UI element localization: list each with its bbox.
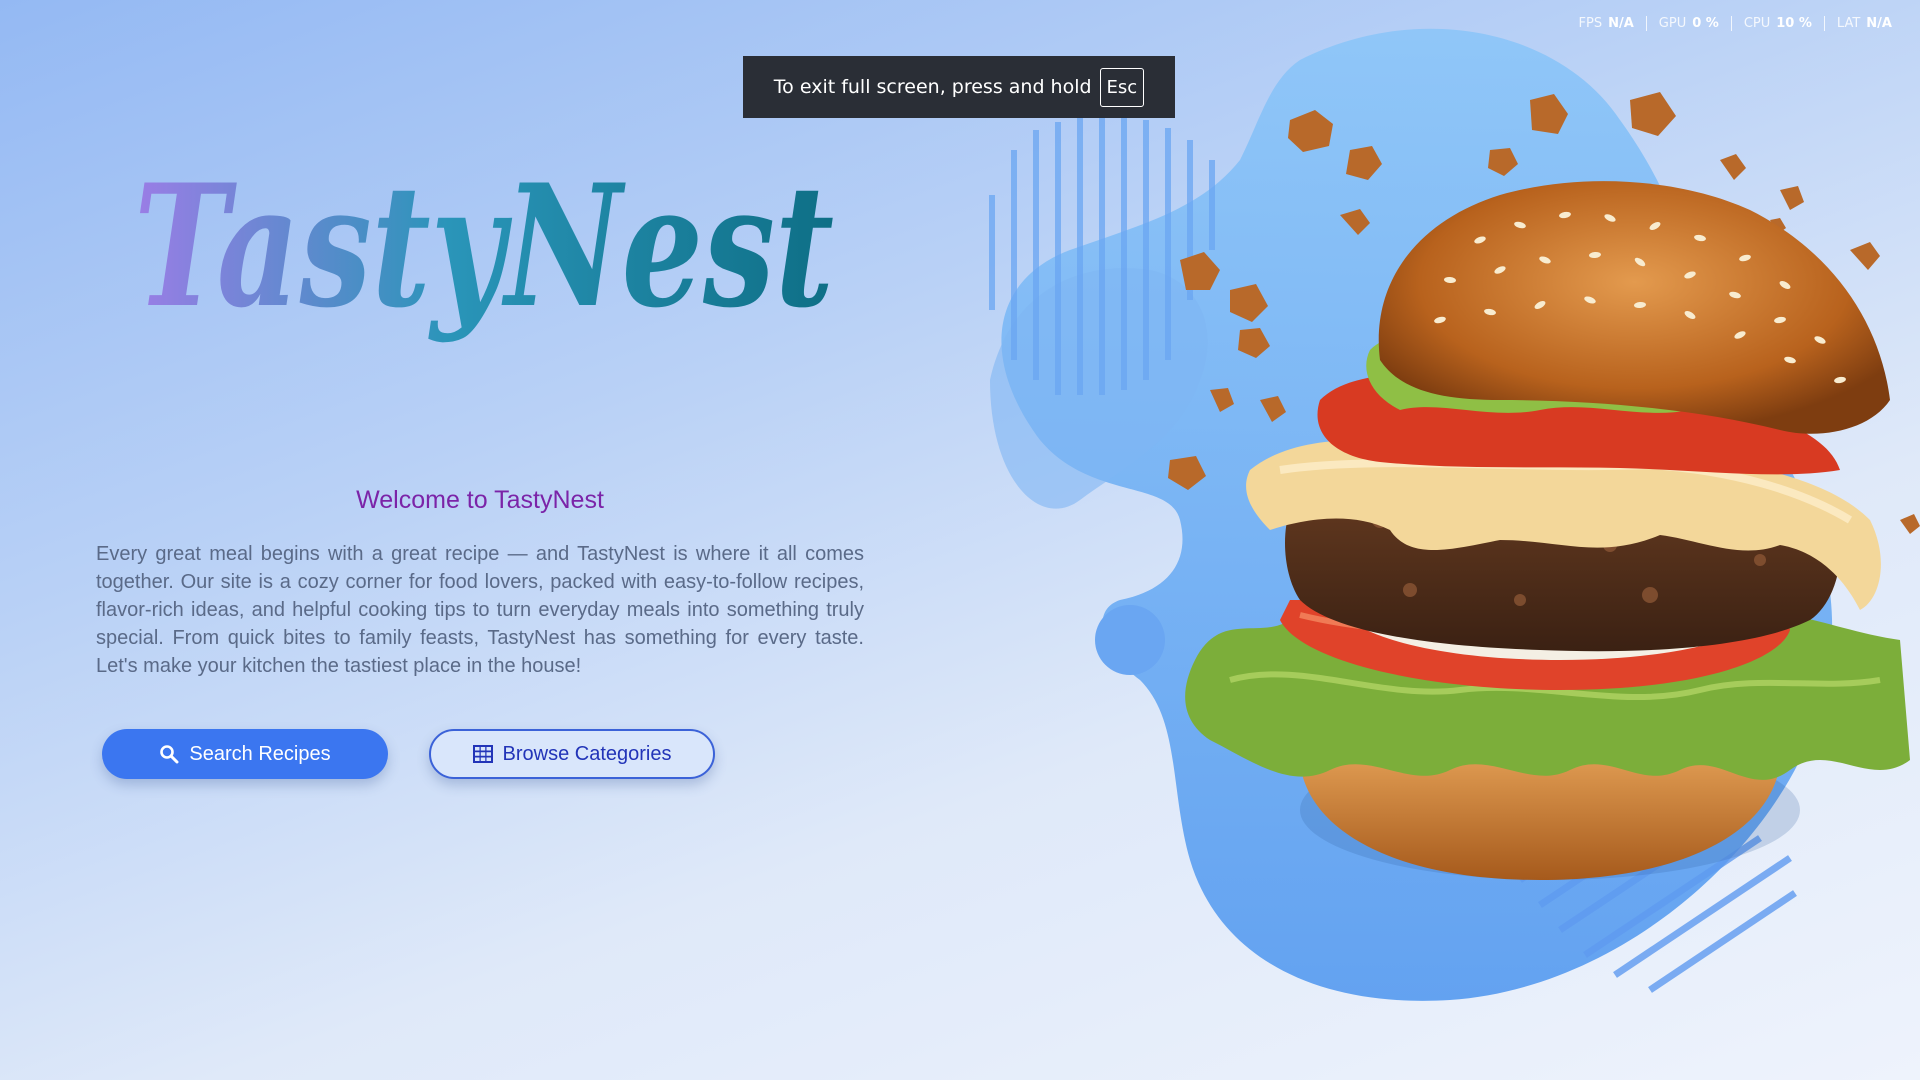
browse-categories-button[interactable]: Browse Categories <box>429 729 715 779</box>
browse-categories-label: Browse Categories <box>502 742 672 765</box>
grid-icon <box>472 745 493 763</box>
blue-blob-dot <box>1095 605 1165 675</box>
search-recipes-button[interactable]: Search Recipes <box>102 729 388 779</box>
intro-paragraph: Every great meal begins with a great rec… <box>96 543 864 677</box>
search-icon <box>160 745 179 764</box>
hero-illustration <box>989 28 1920 1001</box>
search-recipes-label: Search Recipes <box>189 742 331 765</box>
tastynest-logo: TastyNest <box>134 147 834 345</box>
logo-text: TastyNest <box>134 147 834 345</box>
welcome-heading: Welcome to TastyNest <box>356 486 604 514</box>
